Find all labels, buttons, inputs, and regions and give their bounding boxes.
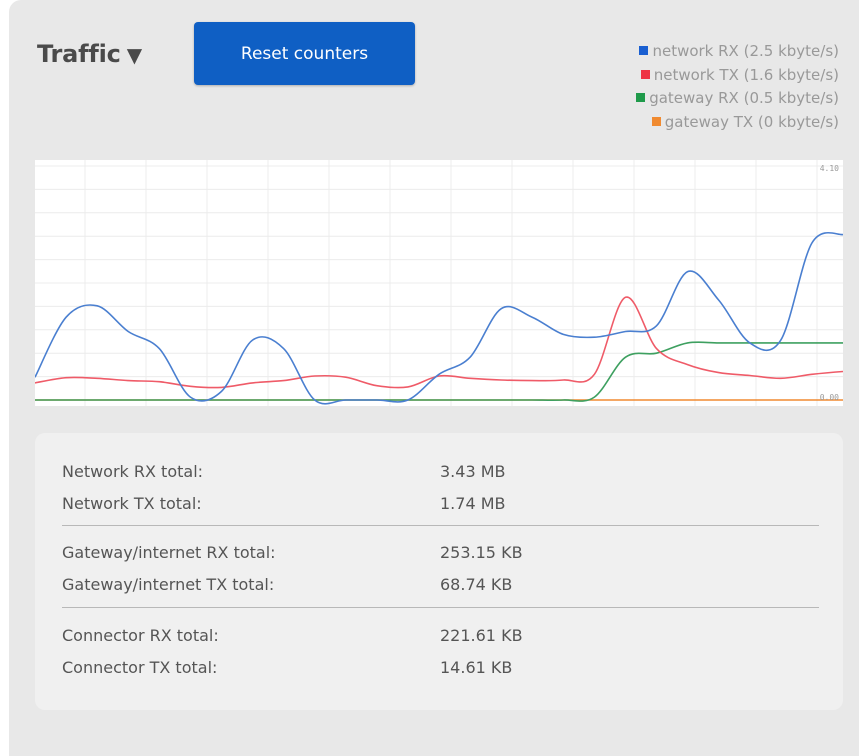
traffic-title: Traffic <box>37 40 121 68</box>
legend-item-gateway-rx: gateway RX (0.5 kbyte/s) <box>589 87 839 111</box>
y-min-tick-label: 0.00 <box>820 393 839 402</box>
stat-label: Connector TX total: <box>62 658 218 677</box>
traffic-title-toggle[interactable]: Traffic ▼ <box>37 40 142 68</box>
chart-legend: network RX (2.5 kbyte/s) network TX (1.6… <box>589 40 839 134</box>
traffic-chart-svg: 4.10 0.00 <box>35 160 843 406</box>
legend-swatch <box>651 116 661 126</box>
legend-item-network-rx: network RX (2.5 kbyte/s) <box>589 40 839 64</box>
stat-label: Connector RX total: <box>62 626 219 645</box>
divider <box>62 525 819 526</box>
stat-label: Gateway/internet TX total: <box>62 575 275 594</box>
caret-down-icon: ▼ <box>126 43 142 67</box>
legend-label: network TX (1.6 kbyte/s) <box>653 65 839 84</box>
stat-value: 3.43 MB <box>440 462 506 481</box>
legend-label: gateway TX (0 kbyte/s) <box>664 112 839 131</box>
stat-row-connector-tx: Connector TX total: 14.61 KB <box>62 656 819 680</box>
divider <box>62 607 819 608</box>
chart-grid <box>35 160 843 406</box>
legend-swatch <box>640 69 650 79</box>
legend-label: network RX (2.5 kbyte/s) <box>652 42 839 60</box>
legend-item-network-tx: network TX (1.6 kbyte/s) <box>589 64 839 88</box>
y-max-tick-label: 4.10 <box>820 164 839 173</box>
stat-label: Gateway/internet RX total: <box>62 543 276 562</box>
chart-series <box>35 231 843 405</box>
reset-counters-button[interactable]: Reset counters <box>194 22 415 85</box>
stat-label: Network RX total: <box>62 462 204 481</box>
legend-item-gateway-tx: gateway TX (0 kbyte/s) <box>589 111 839 135</box>
stat-row-gateway-rx: Gateway/internet RX total: 253.15 KB <box>62 541 819 565</box>
stat-value: 221.61 KB <box>440 626 523 645</box>
stat-value: 14.61 KB <box>440 658 513 677</box>
series-line-gateway-RX <box>35 341 843 402</box>
stat-value: 253.15 KB <box>440 543 523 562</box>
stat-row-connector-rx: Connector RX total: 221.61 KB <box>62 624 819 648</box>
legend-label: gateway RX (0.5 kbyte/s) <box>649 89 839 107</box>
stat-value: 1.74 MB <box>440 494 506 513</box>
stat-row-network-rx: Network RX total: 3.43 MB <box>62 460 819 484</box>
legend-swatch <box>639 46 649 55</box>
traffic-chart: 4.10 0.00 <box>35 160 843 406</box>
legend-swatch <box>636 93 646 102</box>
traffic-totals: Network RX total: 3.43 MB Network TX tot… <box>35 433 843 710</box>
stat-value: 68.74 KB <box>440 575 513 594</box>
series-line-network-RX <box>35 231 843 405</box>
stat-row-network-tx: Network TX total: 1.74 MB <box>62 492 819 516</box>
stat-label: Network TX total: <box>62 494 202 513</box>
stat-row-gateway-tx: Gateway/internet TX total: 68.74 KB <box>62 573 819 597</box>
